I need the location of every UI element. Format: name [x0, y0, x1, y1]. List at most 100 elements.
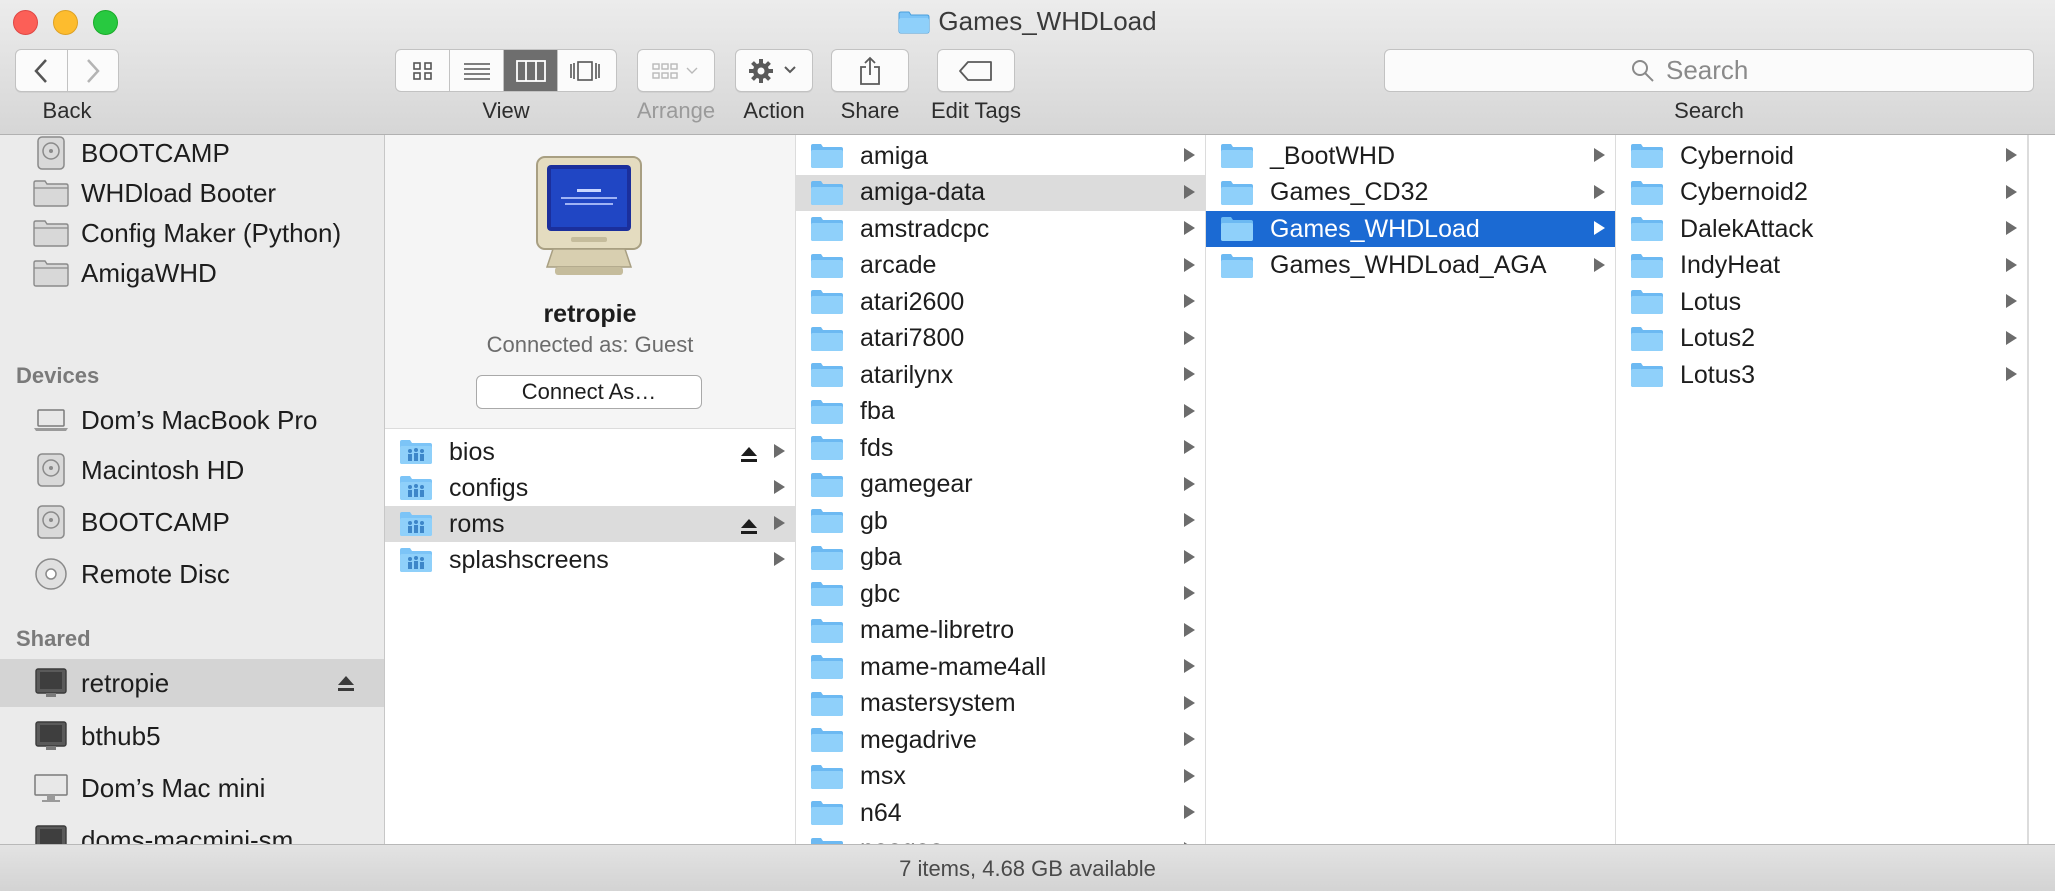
- folder-row[interactable]: Games_CD32: [1206, 175, 1615, 211]
- folder-row[interactable]: gamegear: [796, 467, 1205, 503]
- share-row-splashscreens[interactable]: splashscreens: [385, 542, 795, 578]
- sidebar-item-remote-disc[interactable]: Remote Disc: [0, 552, 384, 596]
- sidebar-item-amigawhd[interactable]: AmigaWHD: [0, 251, 384, 295]
- folder-row[interactable]: amstradcpc: [796, 211, 1205, 247]
- folder-row[interactable]: Lotus2: [1616, 321, 2027, 357]
- disclosure-arrow-icon: [1184, 294, 1195, 308]
- folder-row[interactable]: Cybernoid2: [1616, 175, 2027, 211]
- folder-row[interactable]: fba: [796, 394, 1205, 430]
- sidebar-item-label: Dom’s Mac mini: [81, 772, 266, 803]
- share-row-bios[interactable]: bios: [385, 434, 795, 470]
- arrange-grid-icon: [652, 62, 698, 79]
- gallery-view-button[interactable]: [558, 50, 612, 91]
- folder-row[interactable]: IndyHeat: [1616, 248, 2027, 284]
- share-button[interactable]: [831, 49, 909, 92]
- folder-row[interactable]: _BootWHD: [1206, 138, 1615, 174]
- folder-name: Cybernoid: [1680, 141, 1794, 170]
- folder-row[interactable]: gba: [796, 540, 1205, 576]
- search-input[interactable]: [1664, 54, 1788, 87]
- share-label: bios: [449, 437, 495, 466]
- forward-button[interactable]: [68, 50, 119, 91]
- sidebar-item-macbook-pro[interactable]: Dom’s MacBook Pro: [0, 398, 384, 442]
- list-view-button[interactable]: [450, 50, 504, 91]
- folder-name: DalekAttack: [1680, 214, 1814, 243]
- folder-row[interactable]: fds: [796, 430, 1205, 466]
- folder-name: amstradcpc: [860, 214, 990, 243]
- folder-row[interactable]: msx: [796, 759, 1205, 795]
- folder-icon: [811, 253, 843, 278]
- roms-column: amiga amiga-data amstradcpc arcade atari2600…: [796, 135, 1206, 844]
- sidebar: BOOTCAMP WHDload Booter Config Maker (Py…: [0, 135, 385, 844]
- search-field[interactable]: [1384, 49, 2034, 92]
- drive-icon: [33, 453, 69, 487]
- disclosure-arrow-icon: [2006, 221, 2017, 235]
- folder-row[interactable]: megadrive: [796, 722, 1205, 758]
- folder-name: n64: [860, 798, 902, 827]
- eject-icon[interactable]: [336, 669, 356, 700]
- disclosure-arrow-icon: [2006, 184, 2017, 199]
- share-row-roms[interactable]: roms: [385, 506, 795, 542]
- folder-icon: [1631, 180, 1663, 205]
- folder-name: atari2600: [860, 287, 965, 316]
- folder-name: _BootWHD: [1270, 141, 1396, 170]
- disclosure-arrow-icon: [1184, 805, 1195, 819]
- back-button[interactable]: [16, 50, 68, 91]
- folder-row[interactable]: gbc: [796, 576, 1205, 612]
- window-title-text: Games_WHDLoad: [938, 6, 1157, 36]
- folder-icon: [811, 363, 843, 387]
- sidebar-item-label: AmigaWHD: [81, 257, 217, 288]
- folder-name: fds: [860, 433, 894, 462]
- folder-row[interactable]: n64: [796, 795, 1205, 831]
- folder-icon: [811, 144, 843, 168]
- folder-icon: [811, 217, 843, 241]
- sidebar-item-whdload-booter[interactable]: WHDload Booter: [0, 171, 384, 215]
- folder-row[interactable]: gb: [796, 503, 1205, 539]
- folder-row[interactable]: mastersystem: [796, 686, 1205, 722]
- sidebar-item-bthub5[interactable]: bthub5: [0, 714, 384, 758]
- edit-tags-button[interactable]: [937, 49, 1015, 92]
- eject-icon[interactable]: [739, 442, 759, 471]
- folder-row[interactable]: Cybernoid: [1616, 138, 2027, 174]
- sidebar-item-bootcamp-device[interactable]: BOOTCAMP: [0, 500, 384, 544]
- search-label: Search: [1674, 98, 1744, 123]
- sidebar-item-doms-macmini-sm[interactable]: doms-macmini-sm: [0, 818, 384, 844]
- sidebar-item-retropie[interactable]: retropie: [0, 659, 384, 707]
- folder-row[interactable]: atarilynx: [796, 357, 1205, 393]
- folder-row[interactable]: mame-libretro: [796, 613, 1205, 649]
- folder-row[interactable]: Lotus: [1616, 284, 2027, 320]
- folder-icon: [1631, 326, 1663, 351]
- disclosure-arrow-icon: [2006, 367, 2017, 381]
- share-row-configs[interactable]: configs: [385, 470, 795, 506]
- sidebar-item-bootcamp[interactable]: BOOTCAMP: [0, 135, 384, 175]
- connect-as-button[interactable]: Connect As…: [476, 375, 702, 409]
- action-button[interactable]: [735, 49, 813, 92]
- folder-row[interactable]: amiga: [796, 138, 1205, 174]
- grid-icon: [412, 61, 432, 80]
- folder-row[interactable]: amiga-data: [796, 174, 1205, 211]
- folder-row[interactable]: Games_WHDLoad_AGA: [1206, 248, 1615, 284]
- folder-row[interactable]: Games_WHDLoad: [1206, 211, 1615, 247]
- column-view-button[interactable]: [504, 50, 558, 91]
- arrange-button[interactable]: [637, 49, 715, 92]
- folder-row[interactable]: neogeo: [796, 832, 1205, 844]
- folder-row[interactable]: atari7800: [796, 321, 1205, 357]
- eject-icon[interactable]: [739, 514, 759, 543]
- tag-icon: [959, 60, 992, 81]
- folder-row[interactable]: mame-mame4all: [796, 649, 1205, 685]
- folder-row[interactable]: DalekAttack: [1616, 211, 2027, 247]
- icon-view-button[interactable]: [396, 50, 450, 91]
- folder-row[interactable]: atari2600: [796, 284, 1205, 320]
- sidebar-item-macintosh-hd[interactable]: Macintosh HD: [0, 448, 384, 492]
- sidebar-item-doms-mac-mini[interactable]: Dom’s Mac mini: [0, 766, 384, 810]
- folder-icon: [811, 764, 843, 789]
- folder-name: atari7800: [860, 324, 965, 352]
- folder-row[interactable]: Lotus3: [1616, 357, 2027, 393]
- disclosure-arrow-icon: [1594, 148, 1605, 162]
- disclosure-arrow-icon: [1594, 221, 1605, 235]
- shared-folder-icon: [400, 440, 432, 464]
- disclosure-arrow-icon: [2006, 148, 2017, 162]
- sidebar-item-config-maker[interactable]: Config Maker (Python): [0, 211, 384, 255]
- disclosure-arrow-icon: [774, 480, 785, 494]
- folder-row[interactable]: arcade: [796, 248, 1205, 284]
- folder-name: Lotus: [1680, 287, 1742, 316]
